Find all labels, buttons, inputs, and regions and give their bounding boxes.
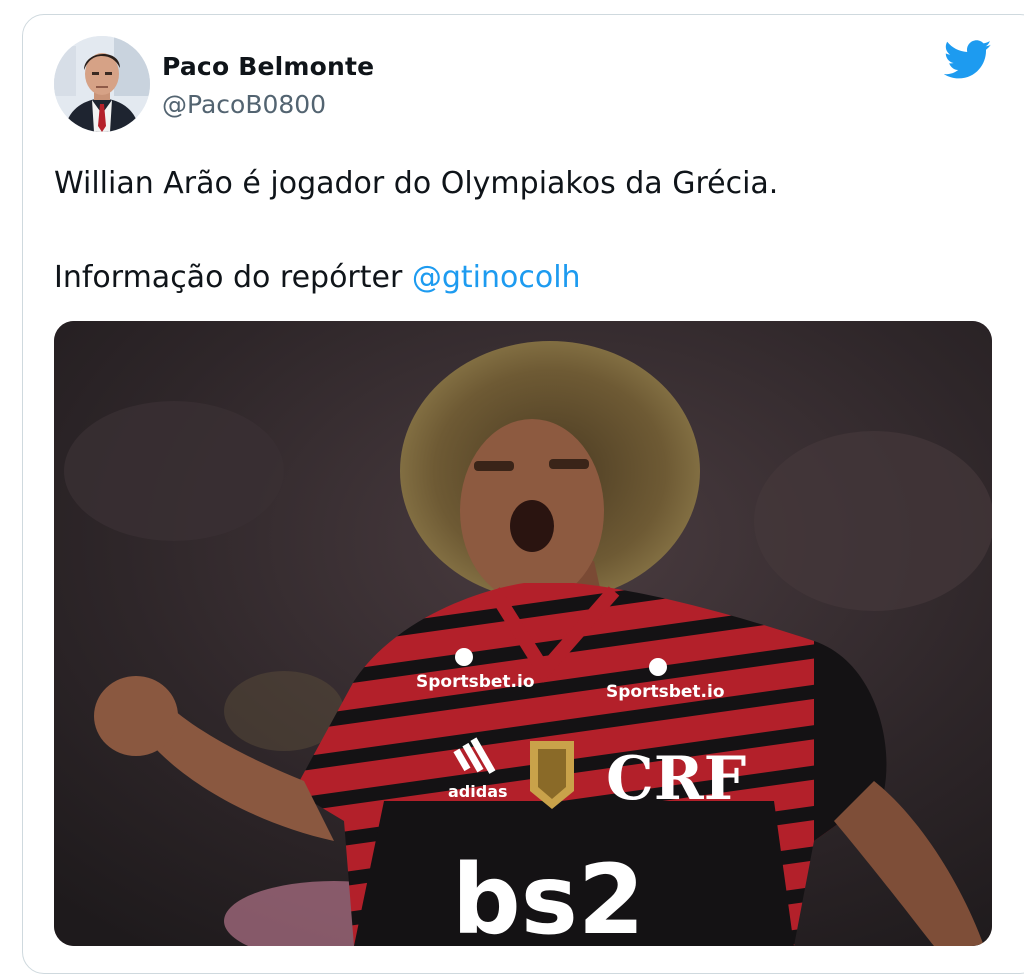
mention-link[interactable]: @gtinocolh bbox=[412, 260, 581, 295]
svg-text:adidas: adidas bbox=[448, 782, 508, 801]
svg-text:Sportsbet.io: Sportsbet.io bbox=[416, 672, 535, 692]
author-name[interactable]: Paco Belmonte bbox=[162, 52, 374, 81]
author-handle[interactable]: @PacoB0800 bbox=[162, 90, 326, 119]
author-avatar[interactable] bbox=[54, 36, 150, 132]
tweet-text-line-2: Informação do repórter @gtinocolh bbox=[54, 260, 581, 295]
tweet-text-line-1: Willian Arão é jogador do Olympiakos da … bbox=[54, 166, 779, 201]
player-photo: Sportsbet.io Sportsbet.io adidas CRF bs2 bbox=[54, 321, 992, 946]
avatar-image bbox=[54, 36, 150, 132]
tweet-text-prefix: Informação do repórter bbox=[54, 260, 412, 295]
club-crest: CRF bbox=[606, 744, 746, 814]
main-sponsor: bs2 bbox=[452, 844, 645, 946]
svg-text:Sportsbet.io: Sportsbet.io bbox=[606, 682, 725, 702]
tweet-photo[interactable]: Sportsbet.io Sportsbet.io adidas CRF bs2 bbox=[54, 321, 992, 946]
twitter-bird-icon[interactable] bbox=[943, 40, 992, 80]
